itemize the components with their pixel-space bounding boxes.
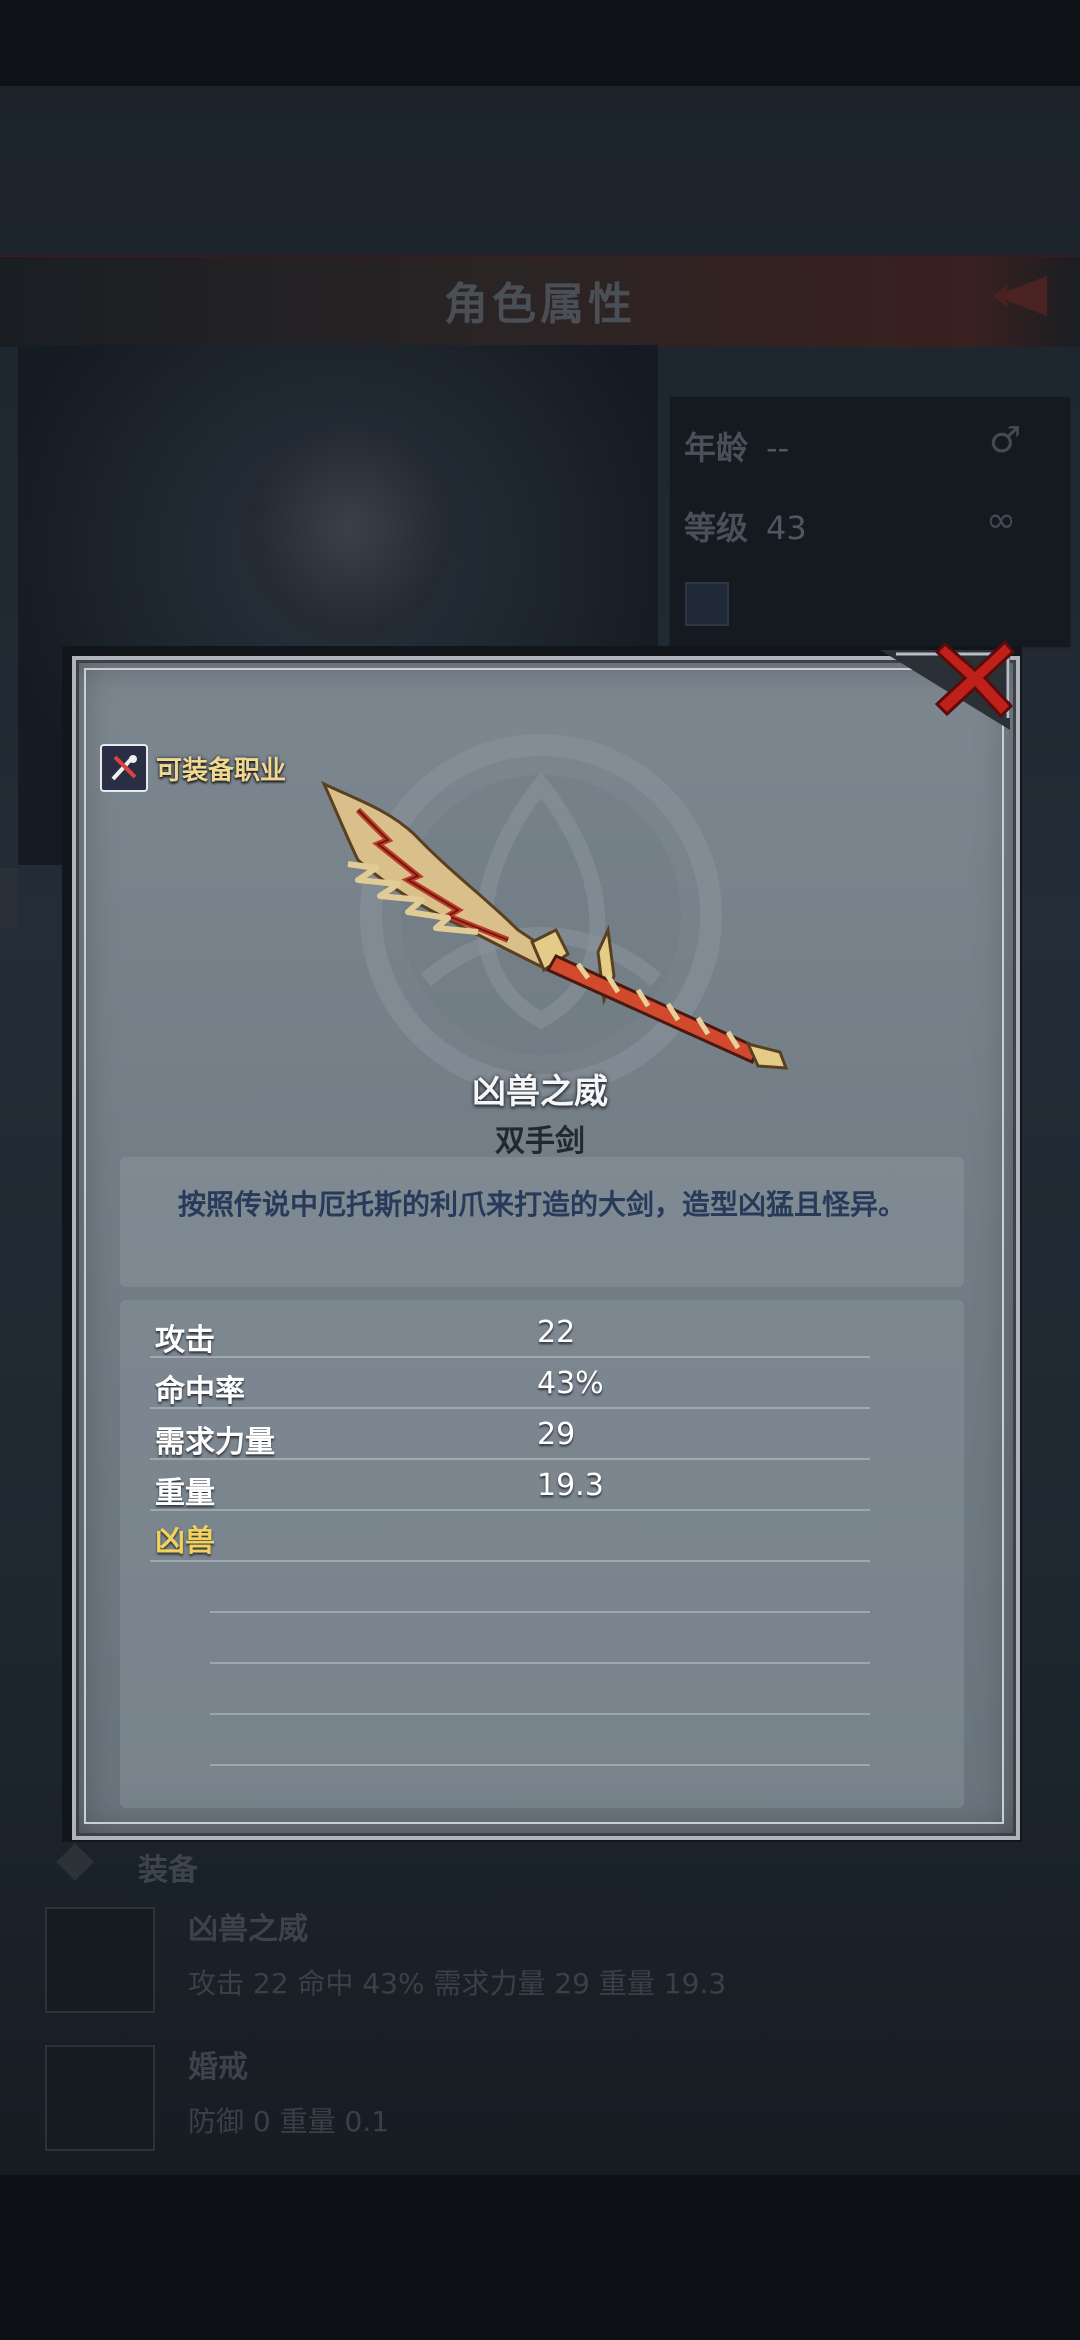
item-description: 按照传说中厄托斯的利爪来打造的大剑，造型凶猛且怪异。 — [177, 1188, 906, 1221]
close-icon[interactable] — [933, 636, 1017, 720]
equippable-job-label: 可装备职业 — [156, 755, 287, 786]
job-class-mini-icon — [685, 582, 729, 626]
stat-divider — [150, 1407, 870, 1409]
equipped-item-name: 凶兽之威 — [188, 1912, 308, 1947]
stat-divider — [150, 1509, 870, 1511]
age-stat: 年龄 -- — [684, 429, 790, 467]
weapon-image — [320, 780, 789, 1070]
item-name: 凶兽之威 — [472, 1072, 608, 1112]
equipment-slot-ring[interactable] — [45, 2045, 155, 2151]
character-portrait — [235, 430, 465, 650]
stat-divider — [210, 1662, 870, 1664]
side-tab[interactable] — [0, 868, 18, 928]
stat-value: 19.3 — [537, 1468, 604, 1503]
job-class-icon — [100, 744, 148, 792]
stat-value: 22 — [537, 1315, 576, 1350]
equipped-item-name: 婚戒 — [188, 2050, 248, 2085]
equipped-item-stats: 防御 0 重量 0.1 — [188, 2105, 390, 2138]
stat-label: 重量 — [155, 1476, 215, 1511]
stat-label: 需求力量 — [155, 1425, 275, 1460]
stat-divider — [150, 1560, 870, 1562]
stat-value: 29 — [537, 1417, 576, 1452]
stat-value: 43% — [537, 1366, 604, 1401]
screen-title: 角色属性 — [444, 279, 636, 330]
equipped-item-stats: 攻击 22 命中 43% 需求力量 29 重量 19.3 — [188, 1967, 727, 2000]
level-stat: 等级 43 — [684, 509, 807, 547]
stat-label: 命中率 — [155, 1374, 245, 1409]
stat-divider — [150, 1458, 870, 1460]
equippable-job-row[interactable]: 可装备职业 — [100, 744, 286, 792]
stat-divider — [210, 1713, 870, 1715]
stat-divider — [210, 1611, 870, 1613]
item-type: 双手剑 — [495, 1124, 585, 1159]
bond-icon: ∞ — [986, 500, 1016, 541]
stat-label: 攻击 — [155, 1323, 215, 1358]
bottom-bar — [0, 2175, 1080, 2340]
gender-icon: ♂ — [988, 420, 1022, 461]
back-arrow-icon[interactable] — [985, 262, 1055, 332]
item-set-tag: 凶兽 — [155, 1524, 215, 1559]
equipment-slot-weapon[interactable] — [45, 1907, 155, 2013]
equipment-section-label: 装备 — [138, 1853, 198, 1888]
stat-divider — [210, 1764, 870, 1766]
stat-divider — [150, 1356, 870, 1358]
